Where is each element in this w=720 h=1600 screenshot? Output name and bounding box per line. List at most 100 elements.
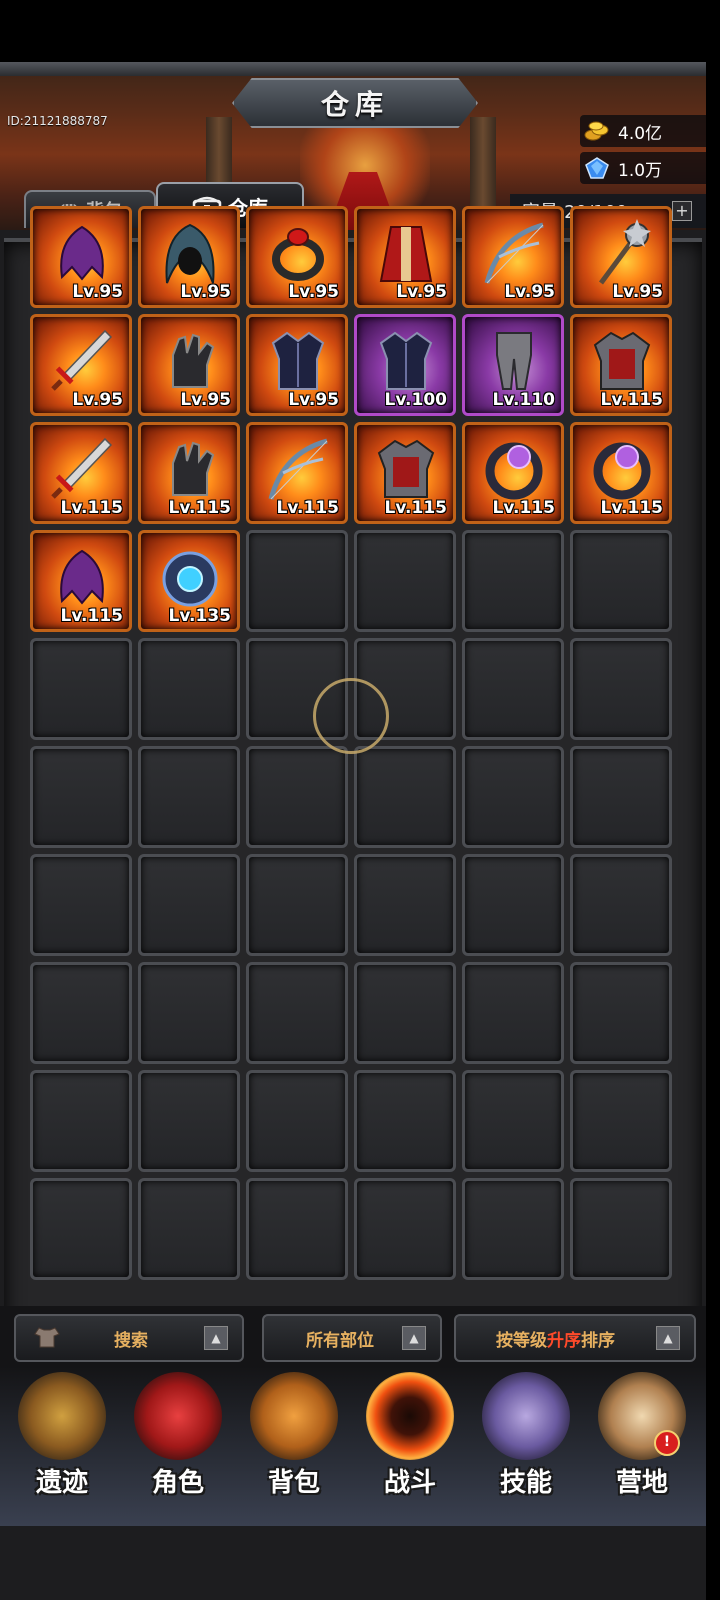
plate-armor-icon <box>377 439 435 498</box>
item-level: Lv.95 <box>180 282 231 302</box>
nav-camp[interactable]: 营地 <box>584 1366 700 1526</box>
player-id: ID:21121888787 <box>7 114 108 128</box>
item-level: Lv.95 <box>288 282 339 302</box>
search-filter[interactable]: 搜索 ▲ <box>14 1314 244 1362</box>
empty-slot <box>246 746 348 848</box>
amulet-icon <box>593 442 651 500</box>
dark-helm-icon <box>60 225 104 281</box>
item-slot[interactable]: Lv.95 <box>246 314 348 416</box>
chevron-up-icon[interactable]: ▲ <box>204 1326 228 1350</box>
orb-icon <box>162 551 218 607</box>
filter-bar: 搜索 ▲ 所有部位 ▲ 按等级升序排序 ▲ <box>0 1306 706 1366</box>
chevron-up-icon[interactable]: ▲ <box>656 1326 680 1350</box>
empty-slot <box>462 530 564 632</box>
empty-slot <box>138 854 240 956</box>
item-level: Lv.115 <box>168 498 231 518</box>
ring-icon <box>272 228 324 281</box>
empty-slot <box>462 854 564 956</box>
empty-slot <box>354 962 456 1064</box>
item-slot[interactable]: Lv.95 <box>570 206 672 308</box>
gem-counter: 1.0万 <box>580 152 706 184</box>
nav-character-label: 角色 <box>151 1468 204 1498</box>
empty-slot <box>462 1070 564 1172</box>
amulet-icon <box>485 442 543 500</box>
item-level: Lv.135 <box>168 606 231 626</box>
sort-filter[interactable]: 按等级升序排序 ▲ <box>454 1314 696 1362</box>
nav-battle-label: 战斗 <box>383 1468 436 1498</box>
item-slot[interactable]: Lv.115 <box>570 422 672 524</box>
empty-slot <box>570 638 672 740</box>
item-slot[interactable]: Lv.115 <box>30 530 132 632</box>
nav-character[interactable]: 角色 <box>120 1366 236 1526</box>
blue-gem-icon <box>585 157 609 179</box>
item-level: Lv.115 <box>60 498 123 518</box>
nav-relic-label: 遗迹 <box>35 1468 88 1498</box>
nav-skills[interactable]: 技能 <box>468 1366 584 1526</box>
nav-relic[interactable]: 遗迹 <box>4 1366 120 1526</box>
item-slot[interactable]: Lv.100 <box>354 314 456 416</box>
nav-backpack[interactable]: 背包 <box>236 1366 352 1526</box>
empty-slot <box>138 1070 240 1172</box>
item-level: Lv.100 <box>384 390 447 410</box>
item-slot[interactable]: Lv.115 <box>246 422 348 524</box>
item-slot[interactable]: Lv.95 <box>138 314 240 416</box>
item-slot[interactable]: Lv.115 <box>138 422 240 524</box>
header-top-border <box>0 62 706 76</box>
sort-suffix: 排序 <box>581 1330 615 1351</box>
empty-slot <box>138 962 240 1064</box>
item-level: Lv.95 <box>72 282 123 302</box>
item-slot[interactable]: Lv.95 <box>246 206 348 308</box>
slot-filter-label: 所有部位 <box>306 1330 374 1351</box>
statue-decoration <box>470 117 496 217</box>
empty-slot <box>354 746 456 848</box>
item-level: Lv.95 <box>396 282 447 302</box>
character-icon <box>134 1372 222 1460</box>
item-slot[interactable]: Lv.95 <box>30 206 132 308</box>
page-title: 仓库 <box>320 88 389 121</box>
chevron-up-icon[interactable]: ▲ <box>402 1326 426 1350</box>
empty-slot <box>570 854 672 956</box>
notification-badge: ! <box>654 1430 680 1456</box>
empty-slot <box>30 1178 132 1280</box>
bow-icon <box>268 438 328 500</box>
dark-helm-icon <box>60 549 104 605</box>
sword-icon <box>51 329 113 391</box>
nav-battle[interactable]: 战斗 <box>352 1366 468 1526</box>
relic-icon <box>18 1372 106 1460</box>
item-level: Lv.115 <box>492 498 555 518</box>
item-slot[interactable]: Lv.115 <box>462 422 564 524</box>
empty-slot <box>246 962 348 1064</box>
item-slot[interactable]: Lv.95 <box>462 206 564 308</box>
item-slot[interactable]: Lv.115 <box>354 422 456 524</box>
gauntlet-icon <box>172 333 215 388</box>
item-slot[interactable]: Lv.95 <box>30 314 132 416</box>
sort-prefix: 按等级 <box>496 1330 547 1351</box>
gauntlet-icon <box>172 441 215 496</box>
gold-coins-icon <box>584 121 609 141</box>
empty-slot <box>354 1070 456 1172</box>
skill-book-icon <box>482 1372 570 1460</box>
mace-icon <box>598 219 651 285</box>
empty-slot <box>354 530 456 632</box>
item-slot[interactable]: Lv.95 <box>138 206 240 308</box>
title-plate: 仓库 <box>232 78 478 128</box>
empty-slot <box>30 746 132 848</box>
item-level: Lv.95 <box>72 390 123 410</box>
item-slot[interactable]: Lv.115 <box>30 422 132 524</box>
gold-amount: 4.0亿 <box>618 123 663 144</box>
item-slot[interactable]: Lv.135 <box>138 530 240 632</box>
leg-armor-icon <box>496 332 532 390</box>
item-slot[interactable]: Lv.115 <box>570 314 672 416</box>
empty-slot <box>462 638 564 740</box>
item-slot[interactable]: Lv.95 <box>354 206 456 308</box>
item-level: Lv.115 <box>384 498 447 518</box>
empty-slot <box>462 1178 564 1280</box>
empty-slot <box>30 638 132 740</box>
item-slot[interactable]: Lv.110 <box>462 314 564 416</box>
nav-skills-label: 技能 <box>499 1468 552 1498</box>
chest-armor-icon <box>271 331 325 390</box>
slot-filter[interactable]: 所有部位 ▲ <box>262 1314 442 1362</box>
sword-icon <box>51 437 113 499</box>
empty-slot <box>570 962 672 1064</box>
hood-icon <box>165 223 215 284</box>
